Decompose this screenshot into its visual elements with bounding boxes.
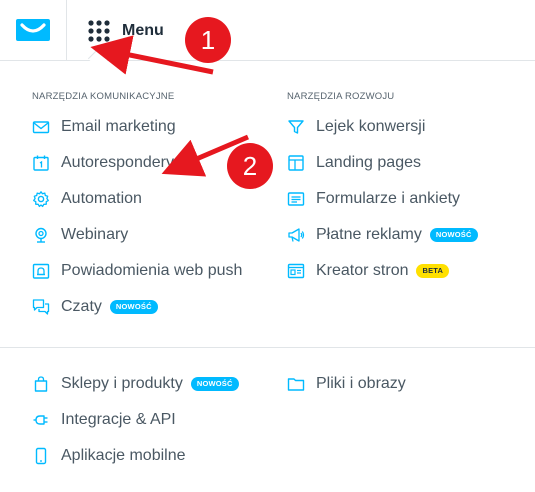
annotation-marker-2: 2 [227, 143, 273, 189]
annotation-overlay: 1 2 [90, 17, 273, 189]
svg-text:1: 1 [201, 25, 215, 55]
svg-text:2: 2 [243, 151, 257, 181]
annotation-marker-1: 1 [185, 17, 231, 63]
